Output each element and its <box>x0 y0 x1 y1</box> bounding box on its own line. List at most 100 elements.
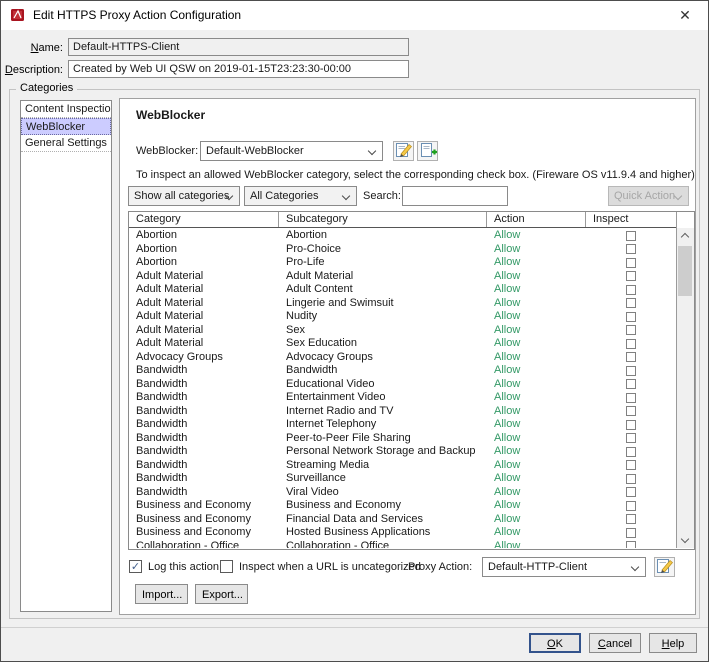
category-cell: Abortion <box>136 229 177 242</box>
inspect-checkbox[interactable] <box>626 352 636 363</box>
sidebar-item-webblocker[interactable]: WebBlocker <box>21 118 111 135</box>
subcategory-cell: Collaboration - Office <box>286 539 390 548</box>
search-input[interactable] <box>402 186 508 206</box>
categories-list[interactable]: Content Inspection WebBlocker General Sett… <box>20 100 112 612</box>
export-button[interactable]: Export... <box>195 584 248 604</box>
inspect-checkbox[interactable] <box>626 527 636 538</box>
table-row[interactable]: Business and Economy Business and Economy… <box>129 499 676 513</box>
show-filter-dropdown[interactable]: Show all categories <box>128 186 240 206</box>
action-cell: Allow <box>494 431 521 444</box>
ok-button[interactable]: OK <box>529 633 581 653</box>
table-row[interactable]: Collaboration - Office Collaboration - Of… <box>129 539 676 548</box>
category-filter-dropdown[interactable]: All Categories <box>244 186 357 206</box>
table-row[interactable]: Bandwidth Internet Telephony Allow <box>129 418 676 432</box>
category-cell: Abortion <box>136 242 177 255</box>
category-cell: Adult Material <box>136 269 204 282</box>
header-category[interactable]: Category <box>129 212 279 227</box>
table-row[interactable]: Adult Material Nudity Allow <box>129 310 676 324</box>
proxy-action-dropdown[interactable]: Default-HTTP-Client <box>482 557 646 577</box>
action-cell: Allow <box>494 269 521 282</box>
table-row[interactable]: Bandwidth Educational Video Allow <box>129 378 676 392</box>
inspect-checkbox[interactable] <box>626 473 636 484</box>
table-row[interactable]: Business and Economy Financial Data and S… <box>129 513 676 527</box>
header-subcategory[interactable]: Subcategory <box>279 212 487 227</box>
category-cell: Business and Economy <box>136 512 251 525</box>
cancel-button[interactable]: Cancel <box>589 633 641 653</box>
table-row[interactable]: Advocacy Groups Advocacy Groups Allow <box>129 351 676 365</box>
table-row[interactable]: Bandwidth Internet Radio and TV Allow <box>129 405 676 419</box>
inspect-checkbox[interactable] <box>626 379 636 390</box>
table-row[interactable]: Bandwidth Streaming Media Allow <box>129 459 676 473</box>
inspect-checkbox[interactable] <box>626 487 636 498</box>
inspect-checkbox[interactable] <box>626 284 636 295</box>
table-row[interactable]: Abortion Pro-Choice Allow <box>129 243 676 257</box>
table-row[interactable]: Bandwidth Viral Video Allow <box>129 486 676 500</box>
scroll-up-icon[interactable] <box>677 228 694 244</box>
inspect-checkbox[interactable] <box>626 406 636 417</box>
inspect-checkbox[interactable] <box>626 230 636 241</box>
table-scrollbar[interactable] <box>676 212 694 548</box>
table-row[interactable]: Abortion Abortion Allow <box>129 229 676 243</box>
edit-webblocker-button[interactable] <box>393 141 414 161</box>
description-field[interactable]: Created by Web UI QSW on 2019-01-15T23:2… <box>68 60 409 78</box>
sidebar-item-content-inspection[interactable]: Content Inspection <box>21 101 111 118</box>
inspect-checkbox[interactable] <box>626 298 636 309</box>
webblocker-dropdown-value: Default-WebBlocker <box>206 145 304 157</box>
inspect-checkbox[interactable] <box>626 325 636 336</box>
action-cell: Allow <box>494 337 521 350</box>
scrollbar-thumb[interactable] <box>678 246 692 296</box>
subcategory-cell: Educational Video <box>286 377 375 390</box>
edit-document-icon <box>395 142 413 161</box>
table-body: Abortion Abortion Allow Abortion Pro-Choice A… <box>129 229 676 548</box>
close-icon[interactable]: ✕ <box>670 3 700 27</box>
table-row[interactable]: Adult Material Adult Content Allow <box>129 283 676 297</box>
header-action[interactable]: Action <box>487 212 586 227</box>
inspect-checkbox[interactable] <box>626 460 636 471</box>
quick-action-dropdown[interactable]: Quick Action <box>608 186 689 206</box>
subcategory-cell: Viral Video <box>286 485 339 498</box>
help-button[interactable]: Help <box>649 633 697 653</box>
table-row[interactable]: Bandwidth Surveillance Allow <box>129 472 676 486</box>
inspect-checkbox[interactable] <box>626 446 636 457</box>
inspect-checkbox[interactable] <box>626 365 636 376</box>
inspect-checkbox[interactable] <box>626 244 636 255</box>
inspect-checkbox[interactable] <box>626 500 636 511</box>
table-row[interactable]: Adult Material Sex Allow <box>129 324 676 338</box>
inspect-checkbox[interactable] <box>626 433 636 444</box>
subcategory-cell: Financial Data and Services <box>286 512 423 525</box>
sidebar-item-general-settings[interactable]: General Settings <box>21 135 111 152</box>
inspect-checkbox[interactable] <box>626 541 636 548</box>
dialog-window: Edit HTTPS Proxy Action Configuration ✕ … <box>0 0 709 662</box>
inspect-checkbox[interactable] <box>626 514 636 525</box>
table-row[interactable]: Adult Material Adult Material Allow <box>129 270 676 284</box>
name-field[interactable]: Default-HTTPS-Client <box>68 38 409 56</box>
uncategorized-checkbox[interactable] <box>220 560 233 573</box>
chevron-down-icon <box>367 146 377 156</box>
header-inspect[interactable]: Inspect <box>586 212 676 227</box>
webblocker-label: WebBlocker: <box>136 145 199 157</box>
new-webblocker-button[interactable] <box>417 141 438 161</box>
table-row[interactable]: Bandwidth Peer-to-Peer File Sharing Allow <box>129 432 676 446</box>
table-row[interactable]: Adult Material Lingerie and Swimsuit Allow <box>129 297 676 311</box>
table-row[interactable]: Bandwidth Personal Network Storage and Ba… <box>129 445 676 459</box>
action-cell: Allow <box>494 485 521 498</box>
table-row[interactable]: Adult Material Sex Education Allow <box>129 337 676 351</box>
inspect-checkbox[interactable] <box>626 257 636 268</box>
inspect-checkbox[interactable] <box>626 419 636 430</box>
table-row[interactable]: Abortion Pro-Life Allow <box>129 256 676 270</box>
inspect-checkbox[interactable] <box>626 338 636 349</box>
action-cell: Allow <box>494 283 521 296</box>
table-row[interactable]: Bandwidth Bandwidth Allow <box>129 364 676 378</box>
subcategory-cell: Pro-Life <box>286 256 325 269</box>
import-button[interactable]: Import... <box>135 584 188 604</box>
edit-proxy-action-button[interactable] <box>654 557 675 577</box>
scroll-down-icon[interactable] <box>677 532 694 548</box>
log-action-checkbox[interactable]: ✓ <box>129 560 142 573</box>
table-row[interactable]: Business and Economy Hosted Business Appl… <box>129 526 676 540</box>
action-cell: Allow <box>494 229 521 242</box>
inspect-checkbox[interactable] <box>626 392 636 403</box>
inspect-checkbox[interactable] <box>626 271 636 282</box>
webblocker-dropdown[interactable]: Default-WebBlocker <box>200 141 383 161</box>
inspect-checkbox[interactable] <box>626 311 636 322</box>
table-row[interactable]: Bandwidth Entertainment Video Allow <box>129 391 676 405</box>
